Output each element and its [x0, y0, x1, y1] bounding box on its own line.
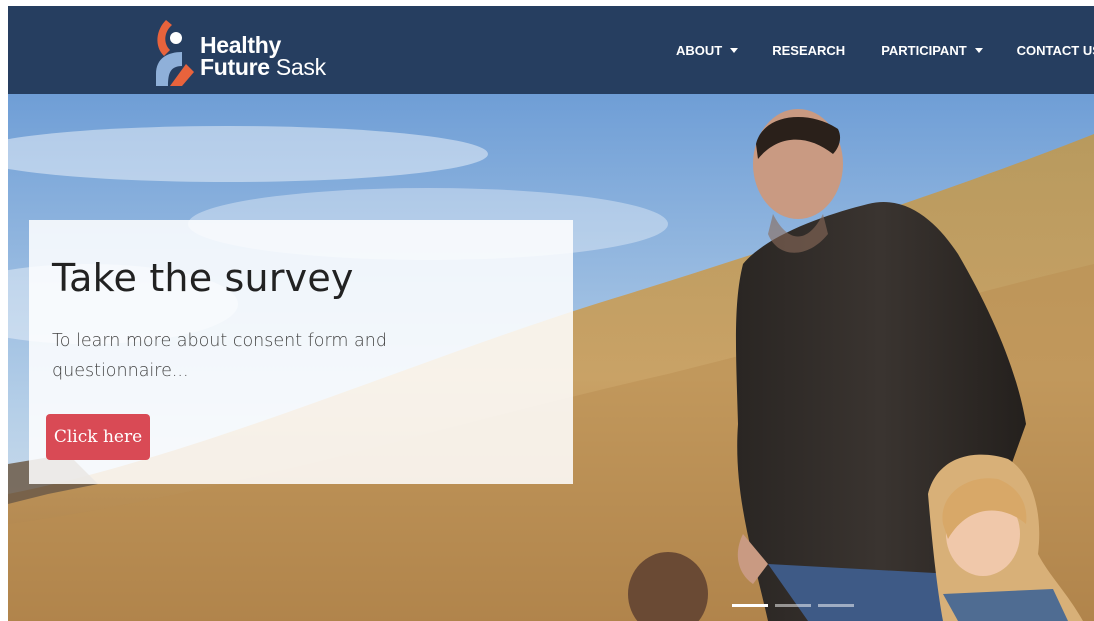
- nav-item-contact-us-label: CONTACT US: [1016, 42, 1094, 58]
- survey-card: Take the survey To learn more about cons…: [29, 220, 573, 484]
- carousel-indicators: [732, 604, 854, 607]
- carousel-indicator-1[interactable]: [732, 604, 768, 607]
- nav-item-about-label: ABOUT: [676, 42, 723, 58]
- hero-carousel: Take the survey To learn more about cons…: [8, 94, 1094, 621]
- nav-item-contact-us[interactable]: CONTACT US: [1017, 43, 1094, 58]
- survey-description: To learn more about consent form and que…: [52, 331, 387, 381]
- page-frame: Healthy Future Sask ABOUT RESEARCH PARTI…: [8, 6, 1094, 621]
- carousel-indicator-2[interactable]: [775, 604, 811, 607]
- click-here-button[interactable]: Click here: [46, 414, 150, 460]
- caret-down-icon: [730, 47, 739, 53]
- logo-mark-icon: [156, 20, 194, 86]
- main-nav: ABOUT RESEARCH PARTICIPANT CONTACT US: [676, 6, 1094, 94]
- brand-name: Healthy Future Sask: [200, 32, 326, 80]
- nav-item-participant[interactable]: PARTICIPANT: [881, 42, 983, 58]
- nav-item-research-label: RESEARCH: [772, 42, 846, 58]
- brand-name-line2: Future Sask: [200, 54, 326, 80]
- brand-name-bold: Future: [200, 54, 270, 80]
- brand-logo[interactable]: Healthy Future Sask: [152, 16, 352, 88]
- caret-down-icon: [974, 47, 983, 53]
- carousel-indicator-3[interactable]: [818, 604, 854, 607]
- brand-name-line1: Healthy: [200, 32, 281, 58]
- nav-item-research[interactable]: RESEARCH: [772, 43, 845, 58]
- nav-item-participant-label: PARTICIPANT: [881, 42, 967, 58]
- brand-name-light: Sask: [275, 54, 326, 80]
- navbar: Healthy Future Sask ABOUT RESEARCH PARTI…: [8, 6, 1094, 94]
- survey-title: Take the survey: [52, 256, 354, 300]
- nav-item-about[interactable]: ABOUT: [676, 42, 739, 58]
